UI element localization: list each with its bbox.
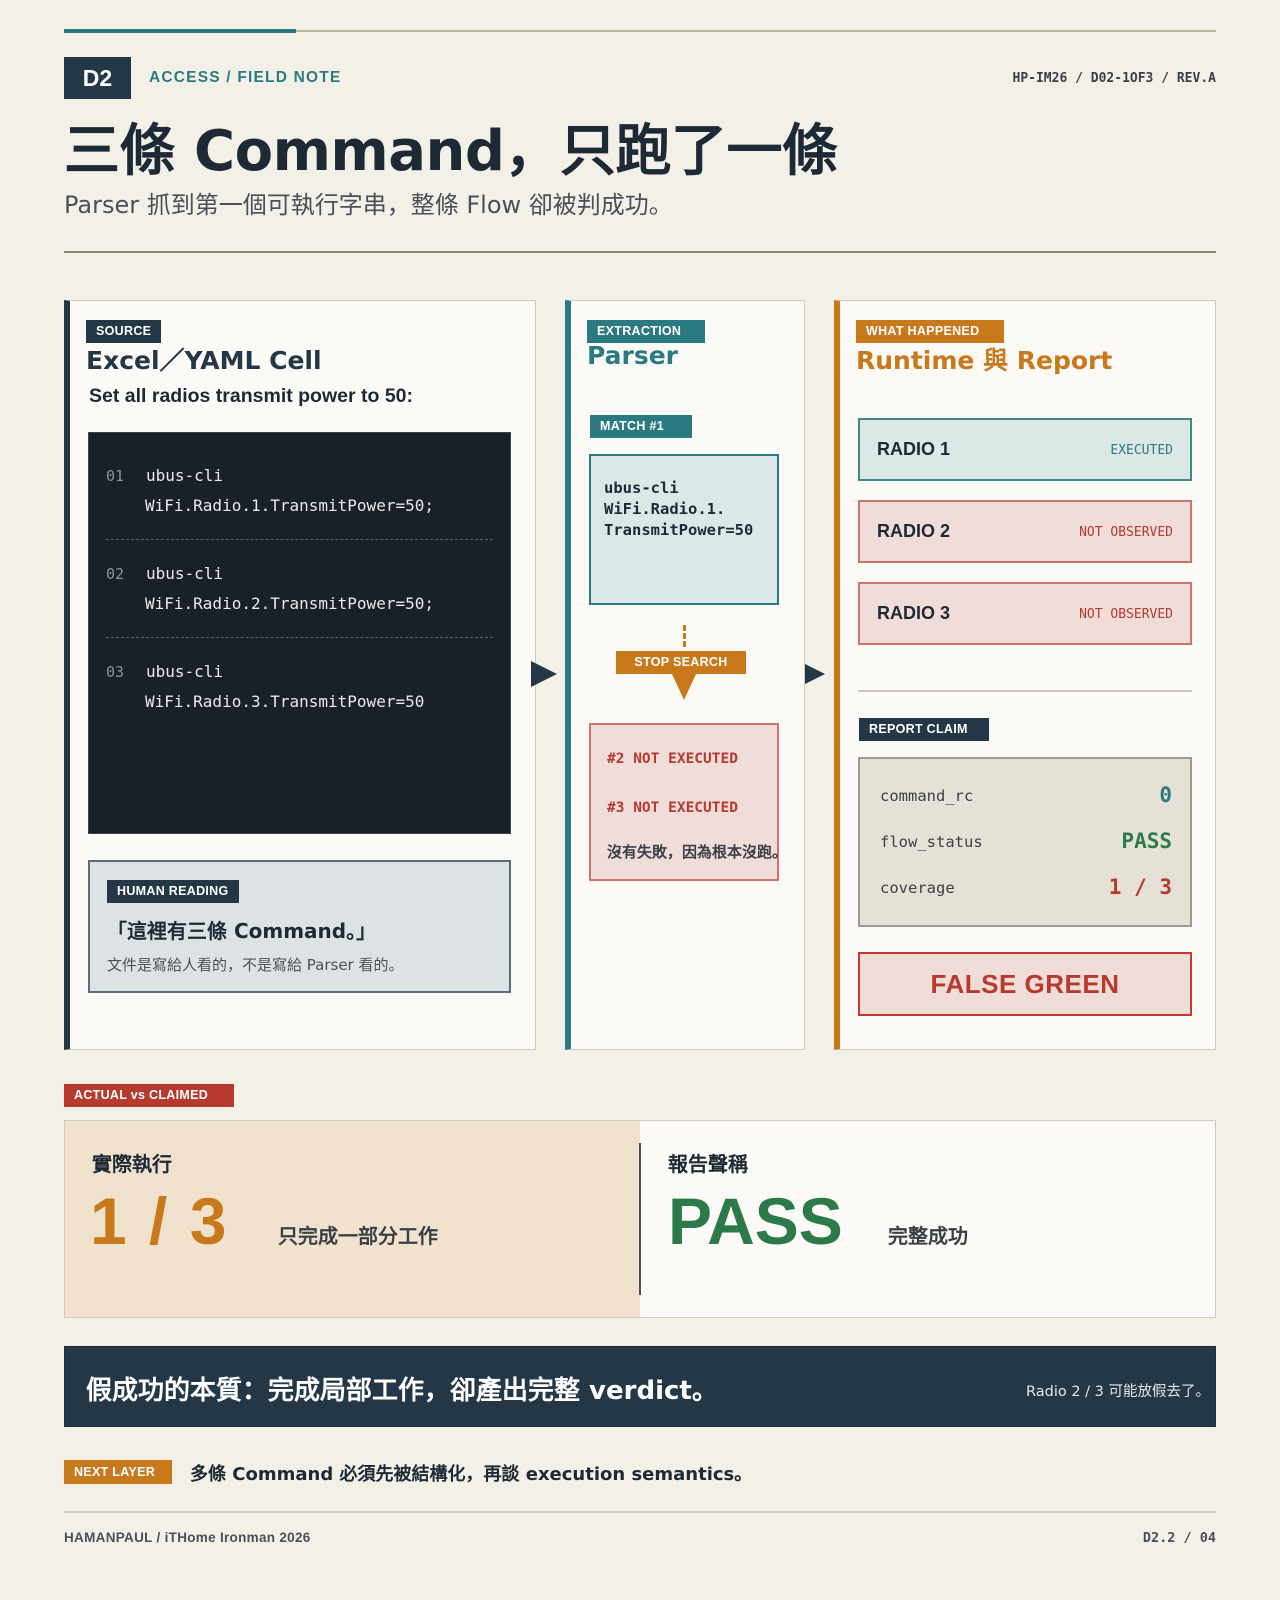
runtime-title: Runtime 與 Report — [856, 346, 1113, 375]
code-line-arg: WiFi.Radio.3.TransmitPower=50 — [145, 692, 425, 711]
header-kicker: ACCESS / FIELD NOTE — [149, 69, 342, 86]
footer-credit: HAMANPAUL / iTHome Ironman 2026 — [64, 1530, 311, 1545]
stop-search-label: STOP SEARCH — [616, 651, 746, 674]
essence-text: 假成功的本質：完成局部工作，卻產出完整 verdict。 — [86, 1376, 718, 1406]
actual-label: 實際執行 — [92, 1152, 172, 1176]
radio-name: RADIO 3 — [877, 603, 951, 623]
next-layer-tag: NEXT LAYER — [64, 1460, 172, 1484]
report-claim-box: command_rc 0 flow_status PASS coverage 1… — [858, 757, 1192, 927]
source-title: Excel／YAML Cell — [86, 346, 322, 375]
next-layer-text: 多條 Command 必須先被結構化，再談 execution semantic… — [190, 1464, 753, 1485]
radio-status: EXECUTED — [1110, 443, 1173, 458]
code-line-arg: WiFi.Radio.1.TransmitPower=50; — [145, 496, 434, 515]
code-block — [88, 432, 511, 834]
flow-arrow-icon — [530, 660, 558, 692]
code-line-num: 03 — [106, 663, 125, 681]
not-executed-item: #2 NOT EXECUTED — [607, 751, 738, 767]
report-key: command_rc — [880, 787, 974, 805]
report-claim-tag: REPORT CLAIM — [859, 718, 989, 741]
runtime-tag: WHAT HAPPENED — [856, 320, 1004, 343]
runtime-divider — [858, 690, 1192, 692]
not-executed-item: #3 NOT EXECUTED — [607, 800, 738, 816]
compare-tag: ACTUAL vs CLAIMED — [64, 1084, 234, 1107]
radio-name: RADIO 2 — [877, 521, 951, 541]
report-key: coverage — [880, 879, 955, 897]
human-note: 文件是寫給人看的，不是寫給 Parser 看的。 — [107, 956, 404, 974]
match-line: ubus-cli — [604, 479, 679, 497]
code-line-num: 01 — [106, 467, 125, 485]
parser-tag: EXTRACTION — [587, 320, 705, 343]
human-reading-tag: HUMAN READING — [107, 880, 239, 903]
code-line-arg: WiFi.Radio.2.TransmitPower=50; — [145, 594, 434, 613]
actual-note: 只完成一部分工作 — [278, 1224, 438, 1248]
source-tag: SOURCE — [86, 320, 162, 343]
runtime-panel — [834, 300, 1216, 1050]
header-rule-accent — [64, 29, 296, 33]
footer-rule — [64, 1511, 1216, 1513]
claimed-note: 完整成功 — [888, 1224, 968, 1248]
not-executed-note: 沒有失敗，因為根本沒跑。 — [607, 843, 788, 861]
false-green-verdict: FALSE GREEN — [858, 952, 1192, 1016]
code-line-num: 02 — [106, 565, 125, 583]
parser-title: Parser — [587, 341, 679, 370]
human-quote: 「這裡有三條 Command。」 — [107, 919, 377, 943]
radio-status: NOT OBSERVED — [1079, 607, 1173, 622]
compare-divider — [639, 1143, 641, 1295]
report-value: PASS — [1121, 829, 1172, 853]
match-tag: MATCH #1 — [590, 415, 692, 438]
radio-status-card: RADIO 2 NOT OBSERVED — [858, 500, 1192, 563]
report-key: flow_status — [880, 833, 983, 851]
code-line-cmd: ubus-cli — [146, 466, 224, 485]
code-separator — [106, 637, 493, 638]
match-line: TransmitPower=50 — [604, 521, 754, 539]
report-value: 1 / 3 — [1108, 875, 1172, 899]
radio-name: RADIO 1 — [877, 439, 951, 459]
footer-page: D2.2 / 04 — [1142, 1530, 1216, 1546]
match-line: WiFi.Radio.1. — [604, 500, 726, 518]
code-line-cmd: ubus-cli — [146, 564, 224, 583]
doc-ref: HP-IM26 / D02-1OF3 / REV.A — [1012, 71, 1217, 86]
section-badge: D2 — [64, 57, 131, 99]
header-divider — [64, 251, 1216, 253]
stop-pointer-icon — [672, 674, 696, 704]
radio-status-card: RADIO 1 EXECUTED — [858, 418, 1192, 481]
page-subtitle: Parser 抓到第一個可執行字串，整條 Flow 卻被判成功。 — [64, 191, 673, 219]
code-line-cmd: ubus-cli — [146, 662, 224, 681]
stop-connector — [683, 625, 686, 647]
radio-status: NOT OBSERVED — [1079, 525, 1173, 540]
radio-status-card: RADIO 3 NOT OBSERVED — [858, 582, 1192, 645]
essence-side-note: Radio 2 / 3 可能放假去了。 — [1025, 1384, 1210, 1400]
source-instruction: Set all radios transmit power to 50: — [89, 385, 413, 407]
claimed-value: PASS — [668, 1184, 843, 1258]
actual-value: 1 / 3 — [90, 1184, 229, 1258]
claimed-label: 報告聲稱 — [668, 1152, 748, 1176]
report-value: 0 — [1159, 783, 1172, 807]
code-separator — [106, 539, 493, 540]
page-title: 三條 Command，只跑了一條 — [64, 119, 838, 184]
